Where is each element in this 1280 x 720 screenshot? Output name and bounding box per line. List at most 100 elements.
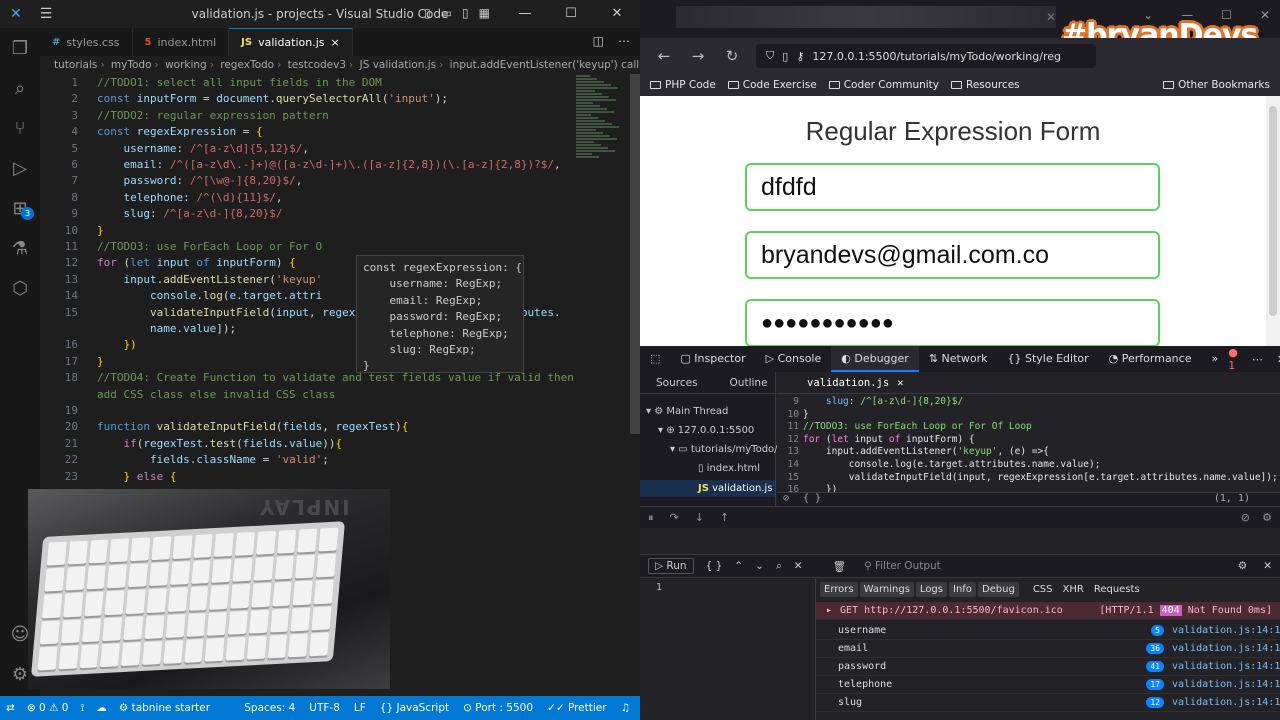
breadcrumb-item[interactable]: tutorials [54,59,97,71]
extensions-icon[interactable]: ⊞ 3 [0,188,40,228]
filter-requests[interactable]: Requests [1090,582,1144,597]
minimize-icon[interactable]: — [502,0,548,28]
source-line-number[interactable]: 11 [779,421,799,432]
step-in-icon[interactable]: ↓ [695,511,704,524]
filter-css[interactable]: CSS [1029,582,1057,597]
close-split-icon[interactable]: ✕ [1263,560,1280,572]
filter-logs[interactable]: Logs [915,581,947,597]
source-line-number[interactable]: 12 [779,434,799,445]
pause-icon[interactable]: ⏸ [648,511,654,525]
language-status[interactable]: {} JavaScript [380,702,449,714]
maximize-icon[interactable]: ☐ [548,0,594,28]
source-line-number[interactable]: 14 [779,459,799,470]
clear-console-icon[interactable]: 🗑 [833,560,846,573]
source-line[interactable]: //TODO3: use ForEach Loop or For Of Loop [803,421,1032,432]
explorer-icon[interactable]: ❐ [0,28,40,68]
url-bar[interactable]: ⛉ ▯ ⚷ 127.0.0.1:5500/tutorials/myTodo/wo… [756,44,1096,68]
toggle-sidebar-icon[interactable]: ▯ [424,6,431,20]
source-line[interactable]: for (let input of inputForm) { [803,434,975,445]
close-file-icon[interactable]: ✕ [897,377,903,389]
console-log-row[interactable]: username 5 validation.js:14:17 [816,622,1280,640]
code-line[interactable]: //TODO2: regular expression pattern [97,109,329,122]
source-line-number[interactable]: 15 [779,472,799,483]
shield-icon[interactable]: ⛉ [766,49,774,63]
username-input[interactable]: dfdfd [745,163,1160,211]
problems-indicator[interactable]: ⊗ 0 ⚠ 0 [27,702,69,714]
close-editor-icon[interactable]: ✕ [794,560,803,572]
tab-inspector[interactable]: ▢ Inspector [670,346,755,372]
source-line[interactable]: console.log(e.target.attributes.name.val… [803,459,1101,470]
breadcrumb-item[interactable]: JS validation.js [360,59,437,71]
history-up-icon[interactable]: ⌃ [734,560,743,572]
split-editor-icon[interactable]: ◫ [593,34,604,48]
tree-folder[interactable]: ▾ ▭ tutorials/myTodo/ [670,444,778,455]
permissions-icon[interactable]: ⚷ [796,50,804,63]
history-down-icon[interactable]: ⌄ [755,560,764,572]
url-text[interactable]: 127.0.0.1:5500/tutorials/myTodo/working/… [812,50,1061,63]
customize-layout-icon[interactable]: ▦ [479,6,490,20]
toggle-secondary-sidebar-icon[interactable]: ▯ [462,6,469,20]
tab-index-html[interactable]: 5 index.html [133,28,230,56]
source-link[interactable]: validation.js:14:17 [1172,697,1280,708]
more-tabs-icon[interactable]: » [1201,346,1228,372]
code-line[interactable]: } [97,224,104,237]
filter-warnings[interactable]: Warnings [859,581,914,597]
pretty-print-icon[interactable]: ⊘ [783,493,789,504]
filter-info[interactable]: Info [949,581,976,597]
forward-arrow-icon[interactable]: → [688,47,708,65]
filter-output-input[interactable]: ⚲ Filter Output [864,560,941,572]
code-line[interactable]: add CSS class else invalid CSS class [97,388,335,401]
filter-xhr[interactable]: XHR [1059,582,1088,597]
reverse-search-icon[interactable]: ⌕ [776,560,782,573]
braces-toggle[interactable]: { } [803,493,821,504]
tree-validation-js[interactable]: JS validation.js [640,480,776,497]
notifications-icon[interactable]: ♫ [621,702,630,714]
debugger-settings-icon[interactable]: ⚙ [1262,511,1272,524]
breadcrumb-item[interactable]: regexTodo [220,59,274,71]
code-line[interactable]: } else { [97,470,177,483]
password-input[interactable]: ●●●●●●●●●●● [745,299,1160,346]
code-line[interactable]: username: /^[a-z\d]{5,12}$/, [97,142,309,155]
testing-icon[interactable]: ⚗ [0,228,40,268]
source-viewer[interactable]: validation.js ✕ 9 slug: /^[a-z\d-]{8,20}$… [777,372,1280,506]
code-line[interactable]: const inputForm = document.querySelector… [97,92,448,105]
broadcast-icon[interactable]: ☁ [96,702,107,714]
tabnine-status[interactable]: ⚙ tabnine starter [119,702,210,714]
tab-outline[interactable]: Outline [714,377,784,389]
prettier-status[interactable]: ✓✓ Prettier [547,702,607,714]
more-actions-icon[interactable]: ⋯ [618,34,630,48]
devtools-options-icon[interactable]: ⋯ [1252,353,1263,366]
breadcrumb-item[interactable]: testcodev3 [288,59,346,71]
source-line-number[interactable]: 13 [779,446,799,457]
menu-hamburger-icon[interactable]: ☰ [40,6,53,22]
code-line[interactable]: email: /^([a-z\d\.-]+)@([a-z\d-]+)\.([a-… [97,158,561,171]
code-line[interactable]: if(regexTest.test(fields.value)){ [97,437,343,450]
code-line[interactable]: slug: /^[a-z\d-]{8,20}$/ [97,207,283,220]
source-line-number[interactable]: 9 [779,396,799,407]
tab-performance[interactable]: ◔ Performance [1099,346,1202,372]
close-window-icon[interactable]: ✕ [1260,8,1270,22]
expand-arrow-icon[interactable]: ▸ [816,605,832,616]
console-settings-icon[interactable]: ⚙ [1238,560,1251,572]
code-line[interactable]: fields.className = 'valid'; [97,453,329,466]
code-line[interactable]: name.value]); [97,322,236,335]
run-button[interactable]: ▷ Run [648,558,694,574]
bookmark-folder[interactable]: Resources [951,79,1020,91]
filter-errors[interactable]: Errors [820,581,858,597]
bookmark-folder[interactable]: PHP Code [650,79,716,91]
tab-style-editor[interactable]: {} Style Editor [997,346,1098,372]
encoding-status[interactable]: UTF-8 [309,702,340,714]
code-line[interactable]: console.log(e.target.attri [97,289,322,302]
console-log-row[interactable]: password 41 validation.js:14:17 [816,658,1280,676]
code-line[interactable]: //TODO3: use ForEach Loop or For O [97,240,322,253]
console-input-editor[interactable]: 1 [640,578,816,720]
tab-console[interactable]: ▷ Console [756,346,832,372]
multiline-toggle-icon[interactable]: { } [706,560,723,572]
remote-explorer-icon[interactable]: ⬡ [0,268,40,308]
console-log-row[interactable]: email 36 validation.js:14:17 [816,640,1280,658]
remote-icon[interactable]: ⇄ [6,702,15,714]
code-line[interactable]: for (let input of inputForm) { [97,256,296,269]
code-line[interactable]: input.addEventListener('keyup' [97,273,323,286]
tab-styles-css[interactable]: # styles.css [40,28,133,56]
search-icon[interactable]: ⌕ [0,68,40,108]
